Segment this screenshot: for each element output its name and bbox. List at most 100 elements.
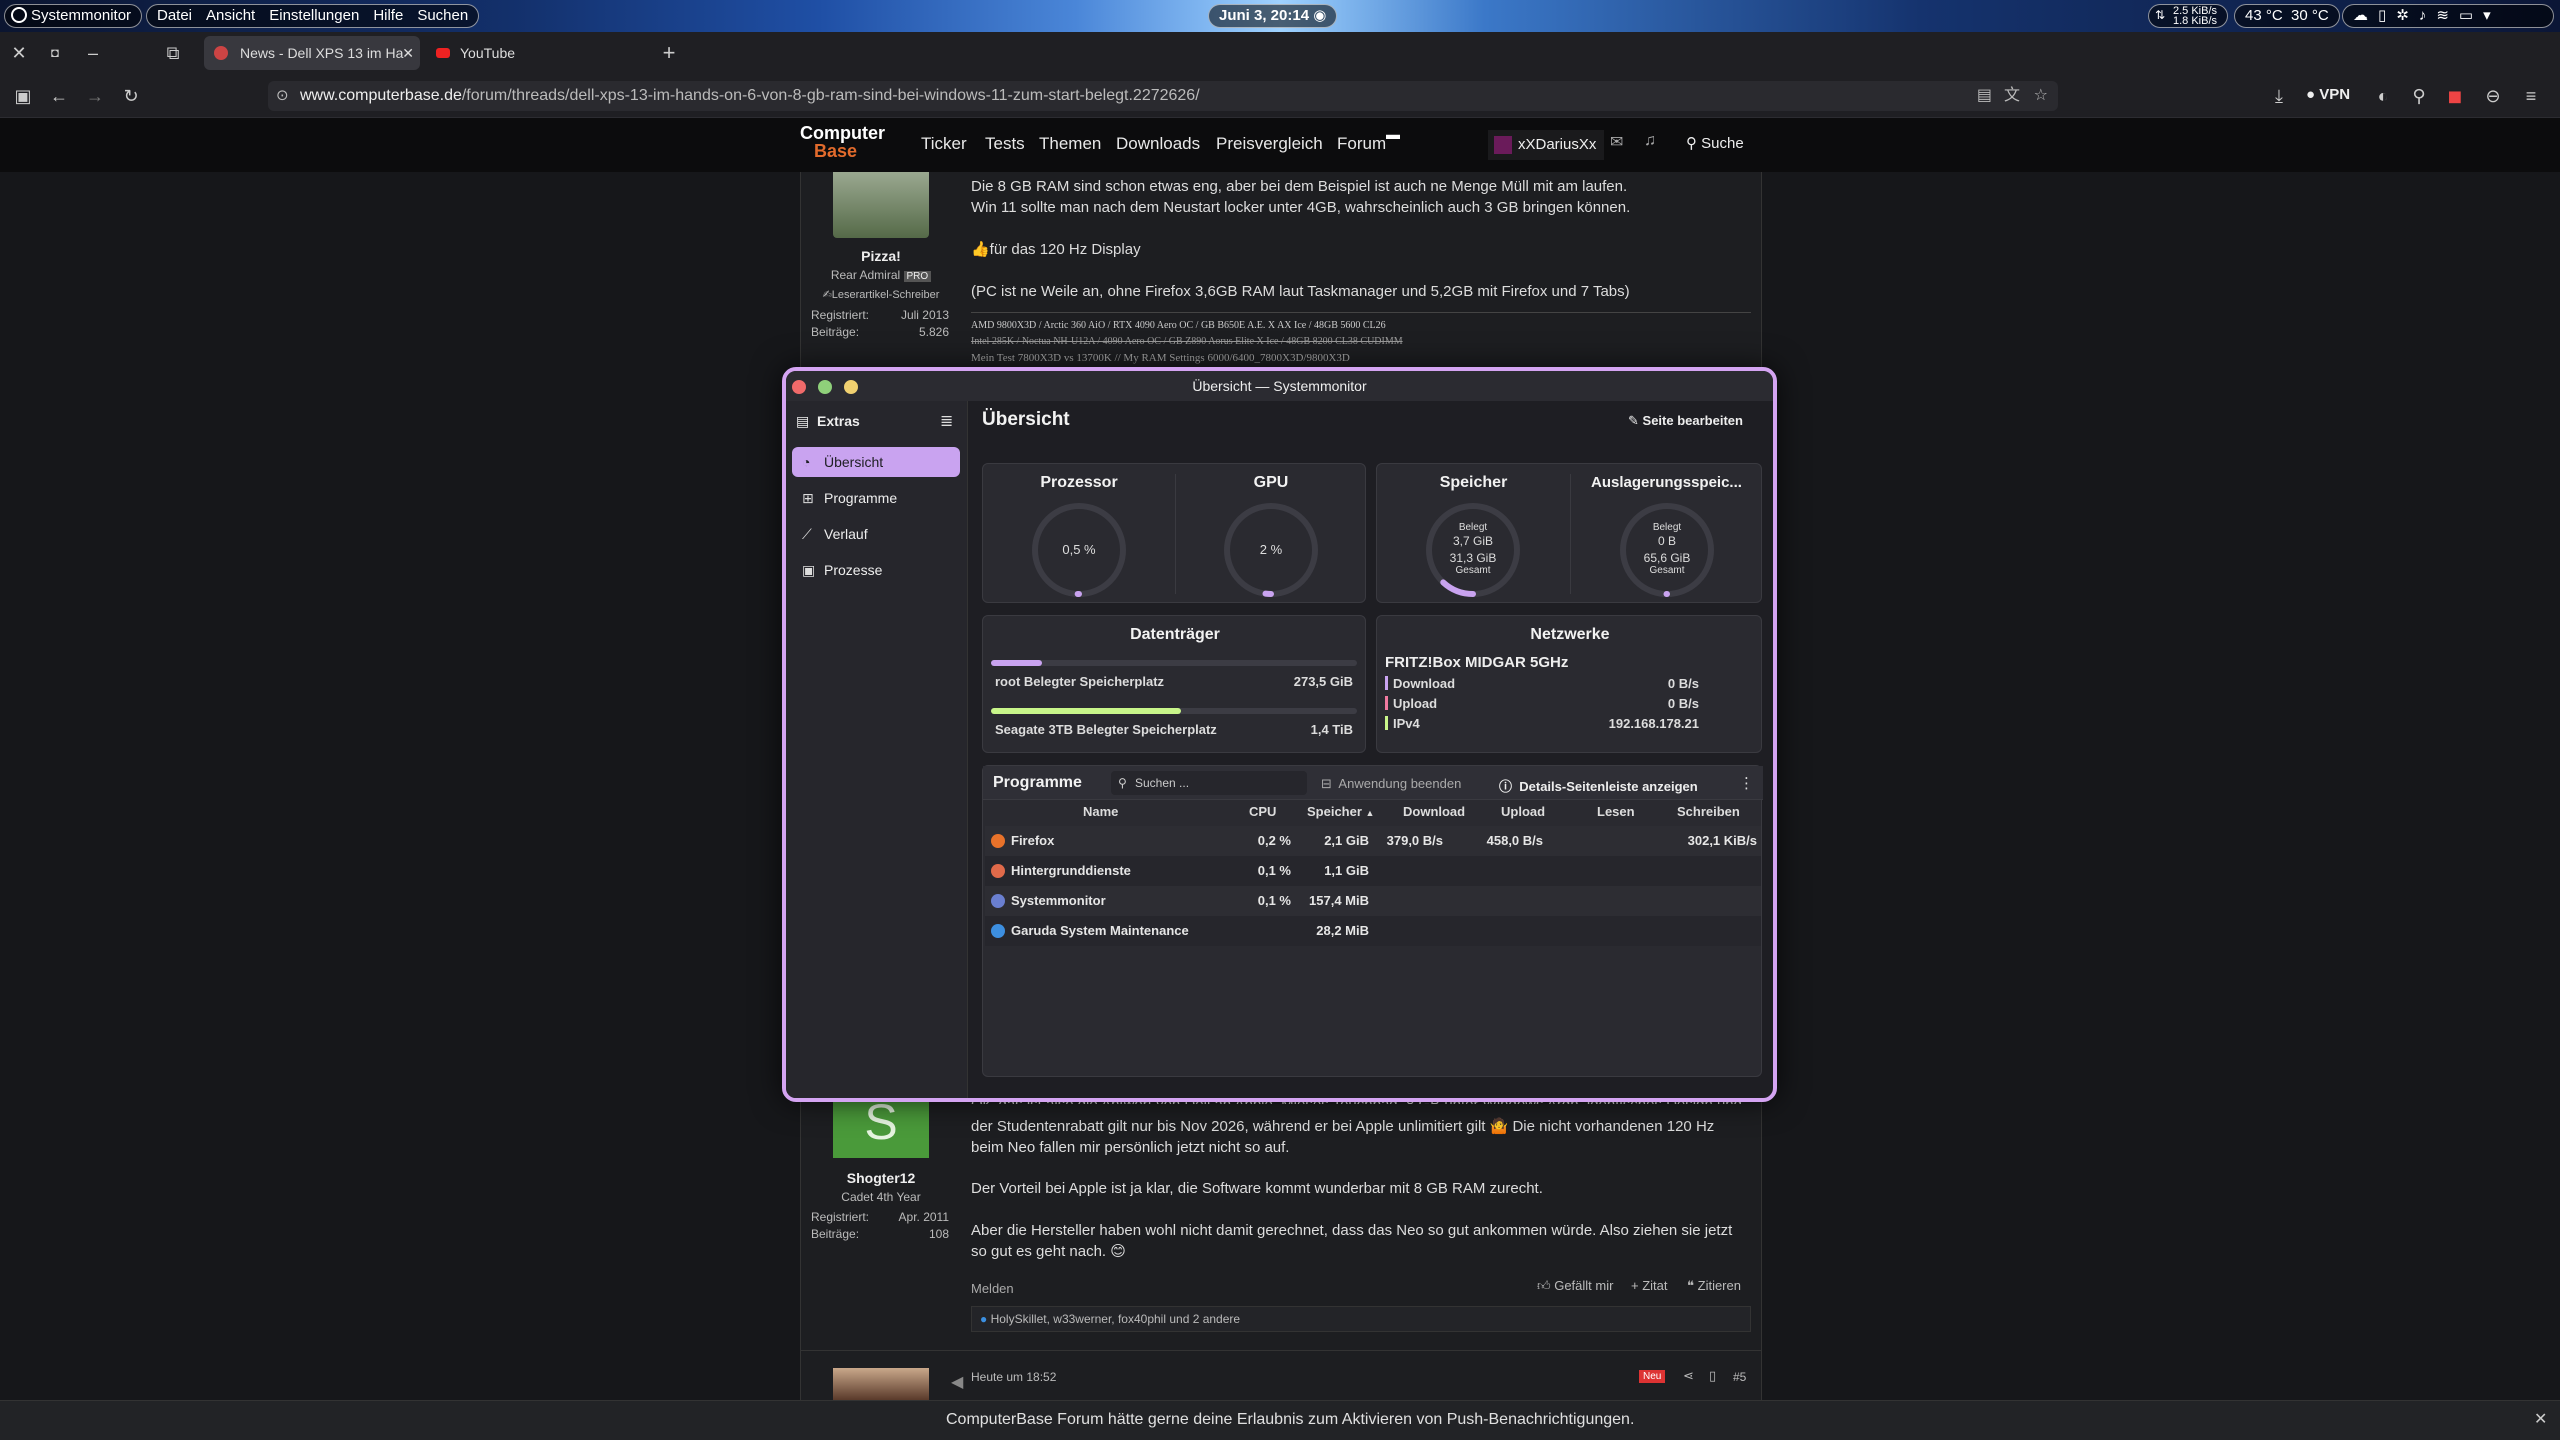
column-header-name[interactable]: Name (1083, 804, 1118, 819)
share-icon[interactable]: ⋖ (1683, 1368, 1694, 1384)
disks-card[interactable]: Datenträger root Belegter Speicherplatz … (982, 615, 1366, 753)
close-window-icon[interactable]: ✕ (6, 40, 32, 66)
cpu-gpu-card[interactable]: Prozessor GPU 0,5 % 2 % (982, 463, 1366, 603)
reload-icon[interactable]: ↻ (118, 83, 144, 109)
nav-tests[interactable]: Tests (985, 134, 1025, 154)
site-logo[interactable]: Computer Base (800, 124, 890, 168)
bookmark-icon[interactable]: ▯ (1709, 1368, 1716, 1384)
like-button[interactable]: 👍︎ Gefällt mir (1537, 1278, 1613, 1294)
cloud-icon[interactable]: ☁ (2353, 7, 2378, 24)
nav-themen[interactable]: Themen (1039, 134, 1101, 154)
reader-icon[interactable]: ▤ (1977, 81, 1992, 111)
sidebar-item-programme[interactable]: ⊞ Programme (792, 483, 960, 513)
maximize-window-button[interactable] (818, 380, 832, 394)
clipboard-icon[interactable]: ▯ (2378, 7, 2396, 24)
avatar[interactable] (833, 172, 929, 238)
clock[interactable]: Juni 3, 20:14 ◉ (1208, 4, 1338, 28)
back-icon[interactable]: ← (46, 83, 72, 109)
chevron-down-icon[interactable]: ▾ (2483, 7, 2501, 24)
app-menu-button[interactable]: Systemmonitor (4, 4, 143, 28)
memory-card[interactable]: Speicher Auslagerungsspeic... Belegt 3,7… (1376, 463, 1762, 603)
user-menu[interactable]: xXDariusXx (1488, 130, 1605, 160)
settings-icon[interactable]: ✲ (2396, 7, 2419, 24)
nav-ticker[interactable]: Ticker (921, 134, 967, 154)
quote-button[interactable]: + Zitat (1631, 1278, 1668, 1293)
close-window-button[interactable] (792, 380, 806, 394)
extensions-icon[interactable]: ⚲ (2406, 83, 2432, 109)
sidebar-toggle-icon[interactable]: ▣ (10, 83, 36, 109)
tab-youtube[interactable]: YouTube (424, 36, 634, 70)
extension-icon[interactable]: ◐ (2370, 83, 2396, 109)
battery-icon[interactable]: ▭ (2459, 7, 2483, 24)
hamburger-menu-icon[interactable]: ≣ (940, 411, 953, 431)
menu-datei[interactable]: Datei (157, 5, 192, 27)
extras-button[interactable]: ▤ Extras (796, 413, 860, 430)
address-bar[interactable]: ⊙ www.computerbase.de/forum/threads/dell-… (268, 81, 2058, 111)
translate-icon[interactable]: 文 (2004, 81, 2020, 111)
column-header-upload[interactable]: Upload (1501, 804, 1545, 819)
post-time[interactable]: Heute um 18:52 (971, 1370, 1056, 1384)
end-app-button[interactable]: ⊟ Anwendung beenden (1321, 776, 1461, 792)
chat-icon[interactable]: ▬ (1386, 126, 1400, 142)
sidebar-item-prozesse[interactable]: ▣ Prozesse (792, 555, 960, 585)
logo-text-top: Computer (800, 123, 885, 143)
reactions-bar[interactable]: ● HolySkillet, w33werner, fox40phil und … (971, 1306, 1751, 1332)
close-icon[interactable]: ✕ (2534, 1409, 2547, 1429)
nav-preisvergleich[interactable]: Preisvergleich (1216, 134, 1323, 154)
tab-overview-icon[interactable]: ⧉ (160, 40, 186, 66)
minimize-icon[interactable]: – (80, 40, 106, 66)
system-tray[interactable]: ☁▯✲♪≋▭▾ (2342, 4, 2554, 28)
column-header-cpu[interactable]: CPU (1249, 804, 1276, 819)
post-author[interactable]: Shogter12 (801, 1170, 961, 1186)
search-button[interactable]: ⚲ Suche (1686, 134, 1744, 152)
cite-button[interactable]: ❝ Zitieren (1687, 1278, 1741, 1294)
programs-title: Programme (993, 774, 1082, 791)
menu-ansicht[interactable]: Ansicht (206, 5, 255, 27)
mail-icon[interactable]: ✉ (1610, 132, 1623, 152)
new-tab-icon[interactable]: + (656, 40, 682, 66)
site-info-icon[interactable]: ⊙ (276, 81, 289, 111)
post-author[interactable]: Pizza! (801, 248, 961, 264)
column-header-schreiben[interactable]: Schreiben (1677, 804, 1740, 819)
tab-counter-icon[interactable]: ◘ (42, 40, 68, 66)
bookmark-star-icon[interactable]: ☆ (2034, 81, 2048, 111)
vpn-button[interactable]: ● VPN (2306, 86, 2350, 103)
cpu-value: 0,5 % (1062, 542, 1096, 557)
volume-icon[interactable]: ♪ (2419, 7, 2437, 24)
window-titlebar[interactable]: Übersicht — Systemmonitor (786, 371, 1773, 401)
column-header-lesen[interactable]: Lesen (1597, 804, 1635, 819)
sidebar-item-uebersicht[interactable]: ◔ Übersicht (792, 447, 960, 477)
menu-einstellungen[interactable]: Einstellungen (269, 5, 359, 27)
post-number[interactable]: #5 (1733, 1370, 1746, 1384)
edit-page-button[interactable]: ✎ Seite bearbeiten (1628, 413, 1743, 429)
network-card[interactable]: Netzwerke FRITZ!Box MIDGAR 5GHz Download… (1376, 615, 1762, 753)
wifi-icon[interactable]: ≋ (2436, 7, 2459, 24)
avatar[interactable] (833, 1368, 929, 1400)
download-icon[interactable]: ⤓ (2266, 83, 2292, 109)
close-tab-icon[interactable]: ✕ (402, 36, 414, 70)
table-row[interactable]: Hintergrunddienste 0,1 % 1,1 GiB (985, 856, 1761, 886)
table-row[interactable]: Garuda System Maintenance 28,2 MiB (985, 916, 1761, 946)
programs-search-input[interactable]: ⚲ Suchen ... (1111, 771, 1307, 795)
ublock-icon[interactable]: ◼ (2442, 83, 2468, 109)
column-header-speicher[interactable]: Speicher ▲ (1307, 804, 1374, 819)
tab-computerbase[interactable]: News - Dell XPS 13 im Ha ✕ (204, 36, 420, 70)
nav-downloads[interactable]: Downloads (1116, 134, 1200, 154)
hamburger-menu-icon[interactable]: ≡ (2518, 83, 2544, 109)
forward-icon[interactable]: → (82, 83, 108, 109)
table-row[interactable]: Firefox 0,2 % 2,1 GiB 379,0 B/s 458,0 B/s 302… (985, 826, 1761, 856)
bell-icon[interactable]: ♫ (1644, 132, 1656, 150)
account-icon[interactable]: ⊖ (2480, 83, 2506, 109)
nav-forum[interactable]: Forum (1337, 134, 1386, 154)
details-sidebar-button[interactable]: ⓘ Details-Seitenleiste anzeigen (1499, 776, 1698, 795)
signature-link[interactable]: Mein Test 7800X3D vs 13700K // My RAM Se… (971, 350, 1751, 366)
more-options-icon[interactable]: ⋮ (1739, 774, 1754, 792)
minimize-window-button[interactable] (844, 380, 858, 394)
menu-hilfe[interactable]: Hilfe (373, 5, 403, 27)
menu-suchen[interactable]: Suchen (417, 5, 468, 27)
sidebar-item-verlauf[interactable]: ⟋ Verlauf (792, 519, 960, 549)
cell-up: 458,0 B/s (1486, 833, 1543, 848)
collapse-arrow-icon[interactable]: ◀ (951, 1372, 963, 1392)
column-header-download[interactable]: Download (1403, 804, 1465, 819)
table-row[interactable]: Systemmonitor 0,1 % 157,4 MiB (985, 886, 1761, 916)
